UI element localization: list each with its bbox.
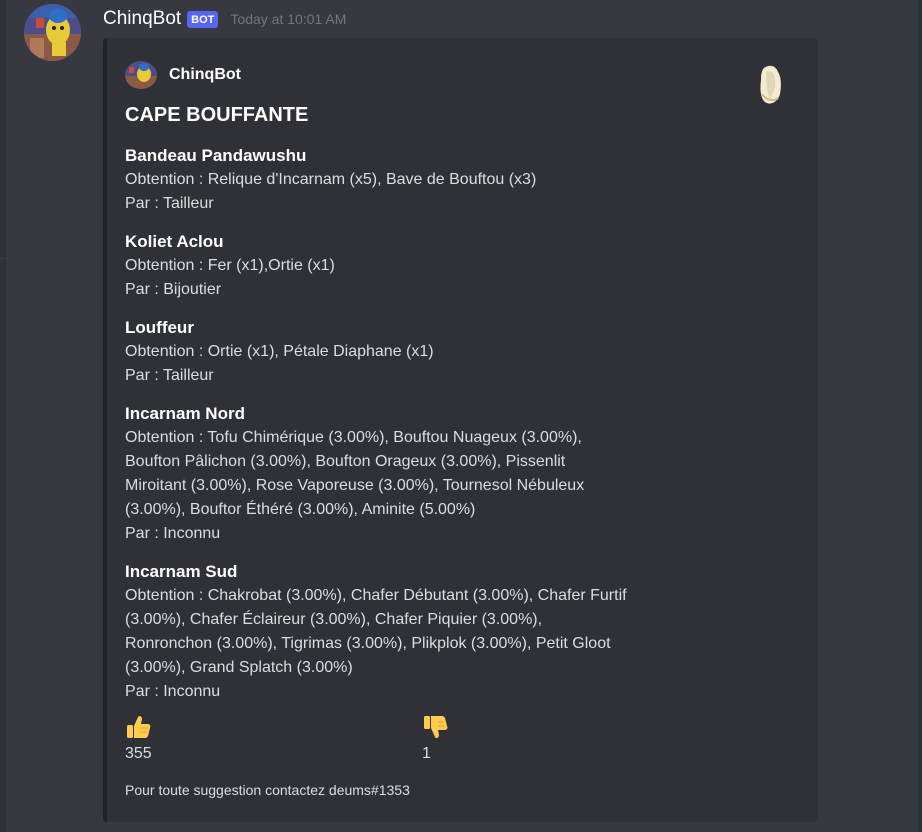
- field-incarnam-nord: Incarnam Nord Obtention : Tofu Chimériqu…: [125, 402, 715, 546]
- username[interactable]: ChinqBot: [103, 8, 181, 30]
- field-obtention: Obtention : Relique d'Incarnam (x5), Bav…: [125, 171, 537, 188]
- field-obtention-cont: Miroitant (3.00%), Rose Vaporeuse (3.00%…: [125, 477, 585, 494]
- embed: ChinqBot CAPE BOUFFANTE Bandeau Pandawus…: [103, 38, 818, 822]
- field-obtention-cont: (3.00%), Grand Splatch (3.00%): [125, 659, 353, 676]
- field-obtention: Obtention : Fer (x1),Ortie (x1): [125, 257, 335, 274]
- embed-title: CAPE BOUFFANTE: [125, 104, 309, 126]
- embed-thumbnail[interactable]: [756, 64, 786, 108]
- message-header: ChinqBot BOT Today at 10:01 AM: [103, 6, 346, 32]
- thumbs-up-icon: [127, 715, 151, 738]
- field-obtention-cont: (3.00%), Chafer Éclaireur (3.00%), Chafe…: [125, 611, 543, 628]
- field-par: Par : Inconnu: [125, 525, 221, 542]
- field-name: Incarnam Nord: [125, 404, 245, 423]
- embed-footer: Pour toute suggestion contactez deums#13…: [125, 782, 410, 798]
- bot-avatar[interactable]: [24, 4, 81, 61]
- scrollbar[interactable]: [918, 0, 922, 832]
- field-par: Par : Bijoutier: [125, 281, 222, 298]
- timestamp[interactable]: Today at 10:01 AM: [230, 11, 346, 27]
- field-louffeur: Louffeur Obtention : Ortie (x1), Pétale …: [125, 316, 715, 388]
- chat-message: ChinqBot BOT Today at 10:01 AM ChinqBot: [0, 0, 922, 832]
- field-name: Louffeur: [125, 318, 194, 337]
- field-obtention: Obtention : Chakrobat (3.00%), Chafer Dé…: [125, 587, 627, 604]
- author-icon: [125, 61, 157, 89]
- field-incarnam-sud: Incarnam Sud Obtention : Chakrobat (3.00…: [125, 560, 715, 704]
- embed-fields: Bandeau Pandawushu Obtention : Relique d…: [125, 144, 715, 718]
- field-name: Koliet Aclou: [125, 232, 224, 251]
- reaction-thumbs-up[interactable]: 355: [125, 714, 185, 763]
- field-par: Par : Inconnu: [125, 683, 221, 700]
- bot-tag: BOT: [187, 10, 219, 28]
- field-obtention: Obtention : Tofu Chimérique (3.00%), Bou…: [125, 429, 582, 446]
- field-par: Par : Tailleur: [125, 195, 214, 212]
- embed-author-name[interactable]: ChinqBot: [169, 66, 241, 84]
- reaction-count: 355: [125, 745, 152, 762]
- reaction-count: 1: [422, 745, 431, 762]
- field-par: Par : Tailleur: [125, 367, 214, 384]
- embed-author: ChinqBot: [125, 61, 241, 89]
- field-koliet-aclou: Koliet Aclou Obtention : Fer (x1),Ortie …: [125, 230, 715, 302]
- field-obtention: Obtention : Ortie (x1), Pétale Diaphane …: [125, 343, 434, 360]
- field-obtention-cont: Ronronchon (3.00%), Tigrimas (3.00%), Pl…: [125, 635, 611, 652]
- field-obtention-cont: Boufton Pâlichon (3.00%), Boufton Orageu…: [125, 453, 566, 470]
- field-bandeau-pandawushu: Bandeau Pandawushu Obtention : Relique d…: [125, 144, 715, 216]
- thumbs-down-icon: [424, 716, 448, 739]
- embed-reactions: 355 1: [125, 714, 725, 770]
- avatar-image: [24, 4, 81, 61]
- reaction-thumbs-down[interactable]: 1: [422, 714, 482, 763]
- field-obtention-cont: (3.00%), Bouftor Éthéré (3.00%), Aminite…: [125, 501, 476, 518]
- field-name: Incarnam Sud: [125, 562, 238, 581]
- field-name: Bandeau Pandawushu: [125, 146, 307, 165]
- item-thumbnail-icon: [760, 65, 781, 104]
